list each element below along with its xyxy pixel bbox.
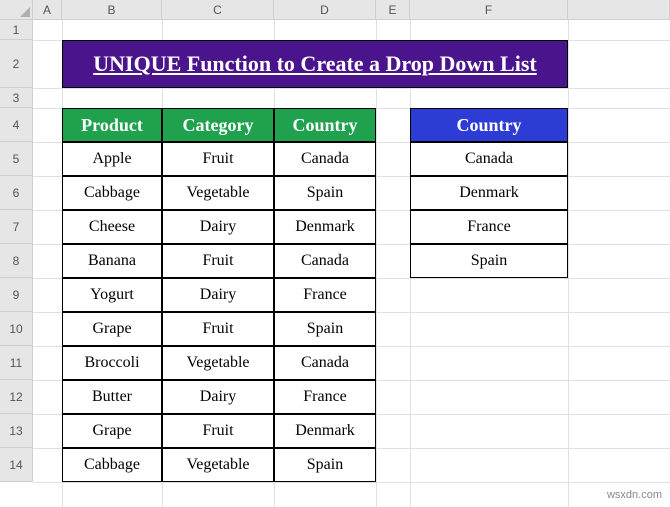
row-header-4[interactable]: 4	[0, 108, 33, 142]
main-cell[interactable]: Yogurt	[62, 278, 162, 312]
main-cell[interactable]: Canada	[274, 244, 376, 278]
main-cell[interactable]: Dairy	[162, 380, 274, 414]
side-cell[interactable]: France	[410, 210, 568, 244]
main-cell[interactable]: Cheese	[62, 210, 162, 244]
main-cell[interactable]: Spain	[274, 312, 376, 346]
main-cell[interactable]: Broccoli	[62, 346, 162, 380]
main-cell[interactable]: Denmark	[274, 210, 376, 244]
row-header-14[interactable]: 14	[0, 448, 33, 482]
col-header-D[interactable]: D	[274, 0, 376, 20]
col-header-A[interactable]: A	[33, 0, 62, 20]
select-all-corner[interactable]	[0, 0, 33, 20]
main-cell[interactable]: Banana	[62, 244, 162, 278]
row-header-12[interactable]: 12	[0, 380, 33, 414]
main-cell[interactable]: Vegetable	[162, 448, 274, 482]
row-header-10[interactable]: 10	[0, 312, 33, 346]
row-header-6[interactable]: 6	[0, 176, 33, 210]
main-cell[interactable]: Canada	[274, 142, 376, 176]
main-cell[interactable]: France	[274, 380, 376, 414]
col-header-F[interactable]: F	[410, 0, 568, 20]
main-cell[interactable]: Vegetable	[162, 176, 274, 210]
main-cell[interactable]: Vegetable	[162, 346, 274, 380]
row-header-1[interactable]: 1	[0, 20, 33, 40]
row-header-7[interactable]: 7	[0, 210, 33, 244]
main-cell[interactable]: Fruit	[162, 244, 274, 278]
main-cell[interactable]: Dairy	[162, 278, 274, 312]
watermark: wsxdn.com	[607, 489, 662, 501]
side-cell[interactable]: Canada	[410, 142, 568, 176]
row-header-9[interactable]: 9	[0, 278, 33, 312]
main-cell[interactable]: Fruit	[162, 142, 274, 176]
row-header-13[interactable]: 13	[0, 414, 33, 448]
main-cell[interactable]: France	[274, 278, 376, 312]
main-cell[interactable]: Cabbage	[62, 448, 162, 482]
row-header-3[interactable]: 3	[0, 88, 33, 108]
row-header-11[interactable]: 11	[0, 346, 33, 380]
side-cell[interactable]: Spain	[410, 244, 568, 278]
main-cell[interactable]: Dairy	[162, 210, 274, 244]
main-cell[interactable]: Canada	[274, 346, 376, 380]
main-header-product[interactable]: Product	[62, 108, 162, 142]
title-banner[interactable]: UNIQUE Function to Create a Drop Down Li…	[62, 40, 568, 88]
main-cell[interactable]: Apple	[62, 142, 162, 176]
col-header-C[interactable]: C	[162, 0, 274, 20]
main-cell[interactable]: Cabbage	[62, 176, 162, 210]
main-cell[interactable]: Denmark	[274, 414, 376, 448]
main-cell[interactable]: Fruit	[162, 312, 274, 346]
main-cell[interactable]: Fruit	[162, 414, 274, 448]
main-cell[interactable]: Spain	[274, 176, 376, 210]
main-cell[interactable]: Grape	[62, 414, 162, 448]
col-header-G[interactable]	[568, 0, 670, 20]
row-header-2[interactable]: 2	[0, 40, 33, 88]
side-header-country[interactable]: Country	[410, 108, 568, 142]
main-header-country[interactable]: Country	[274, 108, 376, 142]
main-cell[interactable]: Spain	[274, 448, 376, 482]
main-cell[interactable]: Butter	[62, 380, 162, 414]
row-header-8[interactable]: 8	[0, 244, 33, 278]
main-cell[interactable]: Grape	[62, 312, 162, 346]
side-cell[interactable]: Denmark	[410, 176, 568, 210]
row-header-5[interactable]: 5	[0, 142, 33, 176]
col-header-E[interactable]: E	[376, 0, 410, 20]
col-header-B[interactable]: B	[62, 0, 162, 20]
main-header-category[interactable]: Category	[162, 108, 274, 142]
